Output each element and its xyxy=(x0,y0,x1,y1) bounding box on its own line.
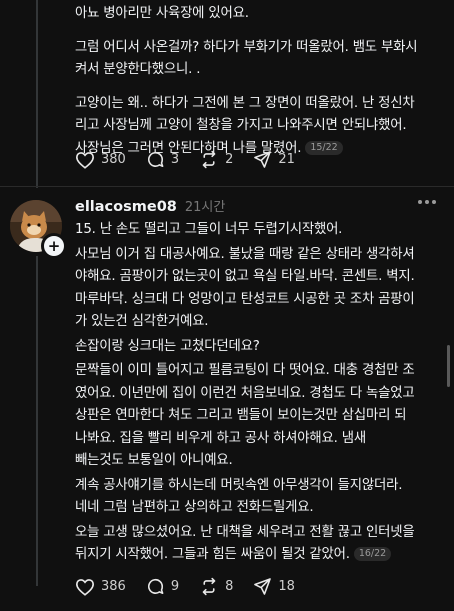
share-icon xyxy=(254,151,272,168)
post-text-line: 빼는것도 보통일이 아니예요. xyxy=(75,453,233,468)
reply-button[interactable]: 3 xyxy=(146,150,179,169)
repost-icon xyxy=(202,577,216,596)
more-icon-dot xyxy=(425,200,429,204)
post-body: 15. 난 손도 떨리고 그들이 너무 두렵기시작했어. 사모님 이거 집 대공… xyxy=(75,219,436,567)
thread-connector xyxy=(36,256,38,586)
add-icon: + xyxy=(47,236,61,255)
share-count: 18 xyxy=(278,579,295,594)
repost-count: 8 xyxy=(225,579,234,594)
reply-button[interactable]: 9 xyxy=(146,577,179,596)
post-continuation: 아뇨 병아리만 사육장에 있어요. 그럼 어디서 사온걸까? 하다가 부화기가 … xyxy=(75,0,436,171)
post-text: 뒤지기 시작했어. 그들과 힘든 싸움이 될것 같았어. xyxy=(75,547,350,562)
reply-count: 9 xyxy=(170,579,180,594)
post-divider xyxy=(0,186,454,187)
post-header: ellacosme08 21시간 xyxy=(75,196,225,215)
share-button[interactable]: 21 xyxy=(253,150,295,169)
heart-icon xyxy=(75,151,95,169)
repost-button[interactable]: 2 xyxy=(199,150,233,169)
like-button[interactable]: 386 xyxy=(75,578,126,596)
heart-icon xyxy=(75,578,95,596)
more-icon-dot xyxy=(432,200,436,204)
post-text-line: 그럼 어디서 사온걸까? 하다가 부화기가 떠올랐어. 뱀도 부화시 xyxy=(75,39,418,55)
follow-add-button[interactable]: + xyxy=(41,233,67,259)
username[interactable]: ellacosme08 xyxy=(75,199,177,215)
comment-icon xyxy=(147,578,164,595)
like-button[interactable]: 380 xyxy=(75,151,126,169)
post-time: 21시간 xyxy=(184,200,226,215)
post-text-line: 사모님 이거 집 대공사예요. 불났을 때랑 같은 상태라 생각하셔 xyxy=(75,246,415,262)
post-text-line: 계속 공사얘기를 하시는데 머릿속엔 아무생각이 들지않더라. xyxy=(75,477,403,493)
post-text-line: 나봐요. 집을 빨리 비우게 하고 공사 하셔야해요. 냄새 xyxy=(75,430,367,446)
like-count: 386 xyxy=(101,579,126,594)
comment-icon xyxy=(147,151,164,168)
post-text-line: 야해요. 곰팡이가 없는곳이 없고 욕실 타일.바닥. 콘센트. 벽지. xyxy=(75,269,415,284)
more-options-button[interactable] xyxy=(418,200,436,204)
repost-button[interactable]: 8 xyxy=(199,577,233,596)
like-count: 380 xyxy=(101,152,126,167)
post-text-line: 15. 난 손도 떨리고 그들이 너무 두렵기시작했어. xyxy=(75,222,343,237)
reply-count: 3 xyxy=(170,152,180,167)
page-badge: 16/22 xyxy=(353,547,392,561)
post-actions: 380 3 2 21 xyxy=(75,150,315,169)
post-text-line: 였어요. 이년만에 집이 이런건 처음보네요. 경첩도 다 녹슬었고 xyxy=(75,385,415,401)
post-text-line: 문짝들이 이미 틀어지고 필름코팅이 다 떳어요. 대충 경첩만 조 xyxy=(75,363,415,378)
thread-connector xyxy=(36,0,38,188)
post-text-line: 가 있는건 심각한거예요. xyxy=(75,314,209,329)
share-button[interactable]: 18 xyxy=(253,577,295,596)
post-text-line: 네네 그럼 남편하고 상의하고 전화드릴게요. xyxy=(75,500,314,515)
post-text-line: 손잡이랑 싱크대는 고쳤다던데요? xyxy=(75,338,260,354)
post-text-line: 켜서 분양한다했으니. . xyxy=(75,62,201,77)
share-count: 21 xyxy=(278,152,295,167)
post-text-line: 고양이는 왜.. 하다가 그전에 본 그 장면이 떠올랐어. 난 정신차 xyxy=(75,95,415,111)
repost-icon xyxy=(202,150,216,169)
post-text-line: 상판은 연마한다 쳐도 그리고 뱀들이 보이는것만 삼십마리 되 xyxy=(75,408,407,423)
post-text-line: 마루바닥. 싱크대 다 엉망이고 탄성코트 시공한 곳 조차 곰팡이 xyxy=(75,291,415,307)
more-icon xyxy=(418,200,422,204)
post-text-line: 리고 사장님께 고양이 철창을 가지고 나와주시면 안되냐했어. xyxy=(75,118,407,133)
share-icon xyxy=(254,578,272,595)
repost-count: 2 xyxy=(225,152,234,167)
post-text-line: 아뇨 병아리만 사육장에 있어요. xyxy=(75,6,249,21)
post-text-line-last: 뒤지기 시작했어. 그들과 힘든 싸움이 될것 같았어. 16/22 xyxy=(75,544,436,567)
post-text-line: 오늘 고생 많으셨어요. 난 대책을 세우려고 전활 끊고 인터넷을 xyxy=(75,524,415,540)
post-actions: 386 9 8 18 xyxy=(75,577,315,596)
scrollbar[interactable] xyxy=(447,345,450,387)
